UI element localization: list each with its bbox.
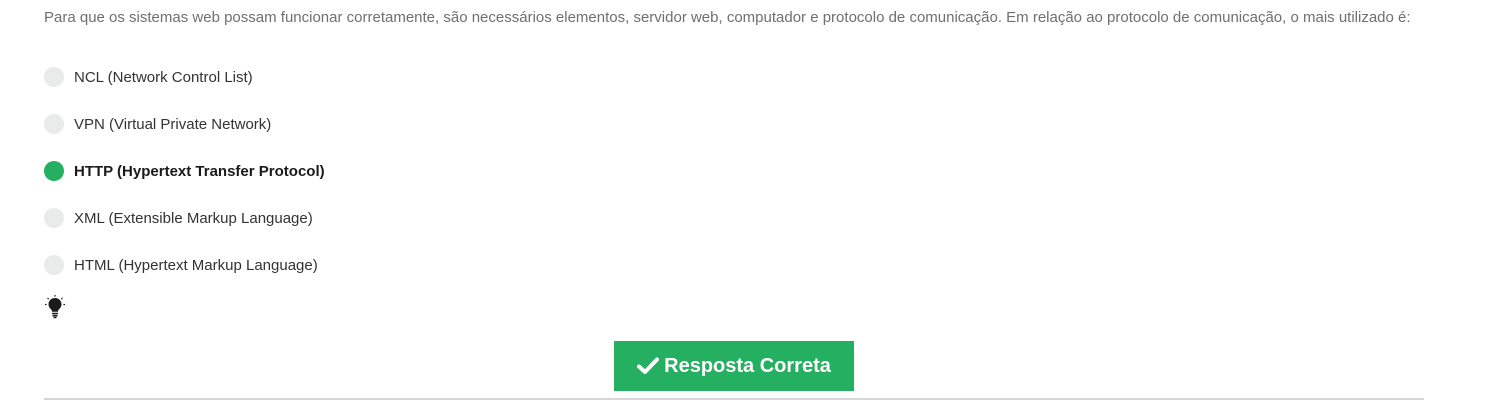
option-label: XML (Extensible Markup Language) xyxy=(74,209,313,227)
radio-button-selected[interactable] xyxy=(44,161,64,181)
option-xml[interactable]: XML (Extensible Markup Language) xyxy=(44,205,325,231)
option-html[interactable]: HTML (Hypertext Markup Language) xyxy=(44,252,325,278)
option-vpn[interactable]: VPN (Virtual Private Network) xyxy=(44,111,325,137)
radio-button[interactable] xyxy=(44,67,64,87)
option-http[interactable]: HTTP (Hypertext Transfer Protocol) xyxy=(44,158,325,184)
radio-button[interactable] xyxy=(44,255,64,275)
option-label: NCL (Network Control List) xyxy=(74,68,253,86)
lightbulb-icon[interactable] xyxy=(45,295,65,319)
option-ncl[interactable]: NCL (Network Control List) xyxy=(44,64,325,90)
option-label: HTML (Hypertext Markup Language) xyxy=(74,256,318,274)
option-label: VPN (Virtual Private Network) xyxy=(74,115,272,133)
correct-answer-label: Resposta Correta xyxy=(664,354,831,377)
question-text: Para que os sistemas web possam funciona… xyxy=(44,9,1411,26)
answer-options: NCL (Network Control List) VPN (Virtual … xyxy=(44,64,325,299)
correct-answer-button[interactable]: Resposta Correta xyxy=(614,341,854,391)
radio-button[interactable] xyxy=(44,208,64,228)
option-label: HTTP (Hypertext Transfer Protocol) xyxy=(74,162,325,180)
radio-button[interactable] xyxy=(44,114,64,134)
check-icon xyxy=(637,357,660,374)
